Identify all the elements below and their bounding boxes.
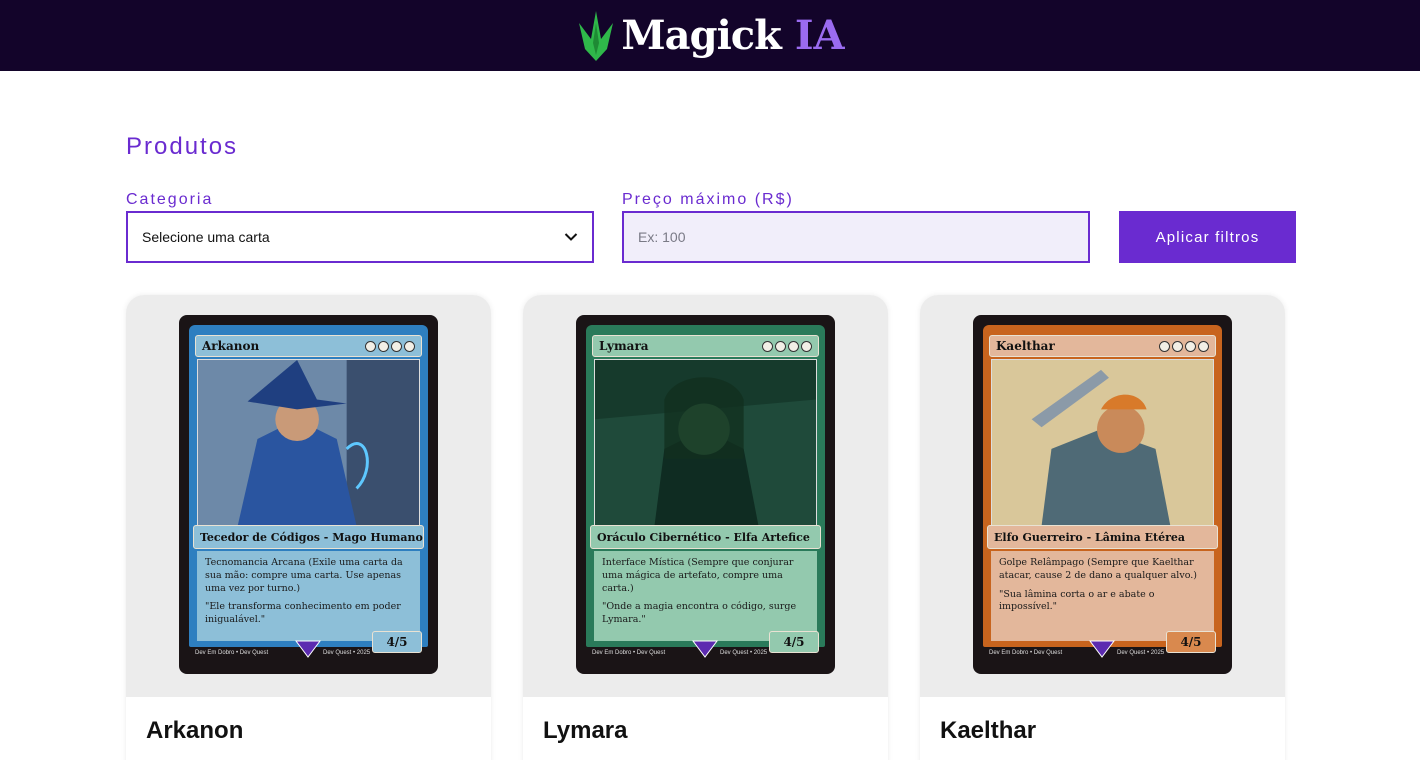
card-footer-left: Dev Em Dobro • Dev Quest xyxy=(989,650,1063,656)
category-select[interactable]: Selecione uma carta xyxy=(126,211,594,263)
card-art xyxy=(991,359,1214,527)
card-type-line: Tecedor de Códigos - Mago Humano xyxy=(193,525,424,549)
filters-bar: Categoria Selecione uma carta Preço máxi… xyxy=(126,191,1296,263)
card-text-box: Interface Mística (Sempre que conjurar u… xyxy=(594,551,817,641)
mana-symbol-icon xyxy=(1185,340,1196,352)
card-frame: Arkanon Tecedor de Códigos - Mago Humano xyxy=(189,325,428,653)
product-card[interactable]: Kaelthar Elfo Guerreiro - Lâmina Etérea xyxy=(920,295,1285,760)
leaf-logo-icon xyxy=(579,10,614,61)
top-bar: Magick IA xyxy=(0,0,1420,71)
product-card[interactable]: Lymara Oráculo Cibernético - Elfa Artefi… xyxy=(523,295,888,760)
card-text-box: Tecnomancia Arcana (Exile uma carta da s… xyxy=(197,551,420,641)
product-name[interactable]: Lymara xyxy=(523,697,888,760)
apply-filters-button[interactable]: Aplicar filtros xyxy=(1119,211,1296,263)
card-flavor: "Ele transforma conhecimento em poder in… xyxy=(205,601,401,626)
product-image[interactable]: Lymara Oráculo Cibernético - Elfa Artefi… xyxy=(523,295,888,697)
mana-symbol-icon xyxy=(1159,340,1170,352)
product-name[interactable]: Kaelthar xyxy=(920,697,1285,760)
category-filter: Categoria Selecione uma carta xyxy=(126,191,594,263)
card-ability: Tecnomancia Arcana (Exile uma carta da s… xyxy=(205,557,403,594)
product-image[interactable]: Arkanon Tecedor de Códigos - Mago Humano xyxy=(126,295,491,697)
card-footer-right: Dev Quest • 2025 xyxy=(323,650,371,656)
mana-symbol-icon xyxy=(365,340,376,352)
card-name: Kaelthar xyxy=(996,339,1055,353)
set-symbol-icon xyxy=(692,640,718,658)
mana-symbol-icon xyxy=(775,340,786,352)
mana-cost xyxy=(365,340,415,352)
logo[interactable]: Magick IA xyxy=(575,9,845,63)
card-footer-right: Dev Quest • 2025 xyxy=(720,650,768,656)
product-grid: Arkanon Tecedor de Códigos - Mago Humano xyxy=(126,295,1296,760)
card-power-toughness: 4/5 xyxy=(1166,631,1216,653)
mana-symbol-icon xyxy=(378,340,389,352)
mana-symbol-icon xyxy=(1198,340,1209,352)
category-select-value: Selecione uma carta xyxy=(142,229,270,245)
card-title-bar: Arkanon xyxy=(195,335,422,357)
card-text-box: Golpe Relâmpago (Sempre que Kaelthar ata… xyxy=(991,551,1214,641)
magic-card: Kaelthar Elfo Guerreiro - Lâmina Etérea xyxy=(973,315,1232,674)
card-footer-left: Dev Em Dobro • Dev Quest xyxy=(195,650,269,656)
card-title-bar: Kaelthar xyxy=(989,335,1216,357)
card-type-line: Oráculo Cibernético - Elfa Artefice xyxy=(590,525,821,549)
mana-symbol-icon xyxy=(788,340,799,352)
card-footer-right: Dev Quest • 2025 xyxy=(1117,650,1165,656)
card-art xyxy=(594,359,817,527)
magic-card: Arkanon Tecedor de Códigos - Mago Humano xyxy=(179,315,438,674)
magic-card: Lymara Oráculo Cibernético - Elfa Artefi… xyxy=(576,315,835,674)
price-filter: Preço máximo (R$) xyxy=(622,191,1090,263)
price-input[interactable] xyxy=(622,211,1090,263)
product-name[interactable]: Arkanon xyxy=(126,697,491,760)
mana-symbol-icon xyxy=(404,340,415,352)
price-label: Preço máximo (R$) xyxy=(622,191,794,208)
product-image[interactable]: Kaelthar Elfo Guerreiro - Lâmina Etérea xyxy=(920,295,1285,697)
mana-cost xyxy=(762,340,812,352)
main-content: Produtos Categoria Selecione uma carta P… xyxy=(0,133,1420,760)
set-symbol-icon xyxy=(295,640,321,658)
card-flavor: "Onde a magia encontra o código, surge L… xyxy=(602,601,797,626)
card-footer-left: Dev Em Dobro • Dev Quest xyxy=(592,650,666,656)
mana-symbol-icon xyxy=(1172,340,1183,352)
card-flavor: "Sua lâmina corta o ar e abate o impossí… xyxy=(999,588,1155,613)
product-card[interactable]: Arkanon Tecedor de Códigos - Mago Humano xyxy=(126,295,491,760)
card-frame: Kaelthar Elfo Guerreiro - Lâmina Etérea xyxy=(983,325,1222,653)
card-frame: Lymara Oráculo Cibernético - Elfa Artefi… xyxy=(586,325,825,653)
card-name: Arkanon xyxy=(202,339,260,353)
mana-cost xyxy=(1159,340,1209,352)
mana-symbol-icon xyxy=(801,340,812,352)
page-title: Produtos xyxy=(126,133,239,160)
mana-symbol-icon xyxy=(391,340,402,352)
category-label: Categoria xyxy=(126,191,214,208)
mana-symbol-icon xyxy=(762,340,773,352)
card-art xyxy=(197,359,420,527)
logo-accent: IA xyxy=(794,12,845,59)
card-name: Lymara xyxy=(599,339,649,353)
chevron-down-icon xyxy=(564,233,578,241)
card-power-toughness: 4/5 xyxy=(769,631,819,653)
logo-text: Magick xyxy=(621,12,781,59)
card-type-line: Elfo Guerreiro - Lâmina Etérea xyxy=(987,525,1218,549)
card-ability: Interface Mística (Sempre que conjurar u… xyxy=(602,557,794,594)
card-ability: Golpe Relâmpago (Sempre que Kaelthar ata… xyxy=(999,557,1197,581)
set-symbol-icon xyxy=(1089,640,1115,658)
card-power-toughness: 4/5 xyxy=(372,631,422,653)
card-title-bar: Lymara xyxy=(592,335,819,357)
